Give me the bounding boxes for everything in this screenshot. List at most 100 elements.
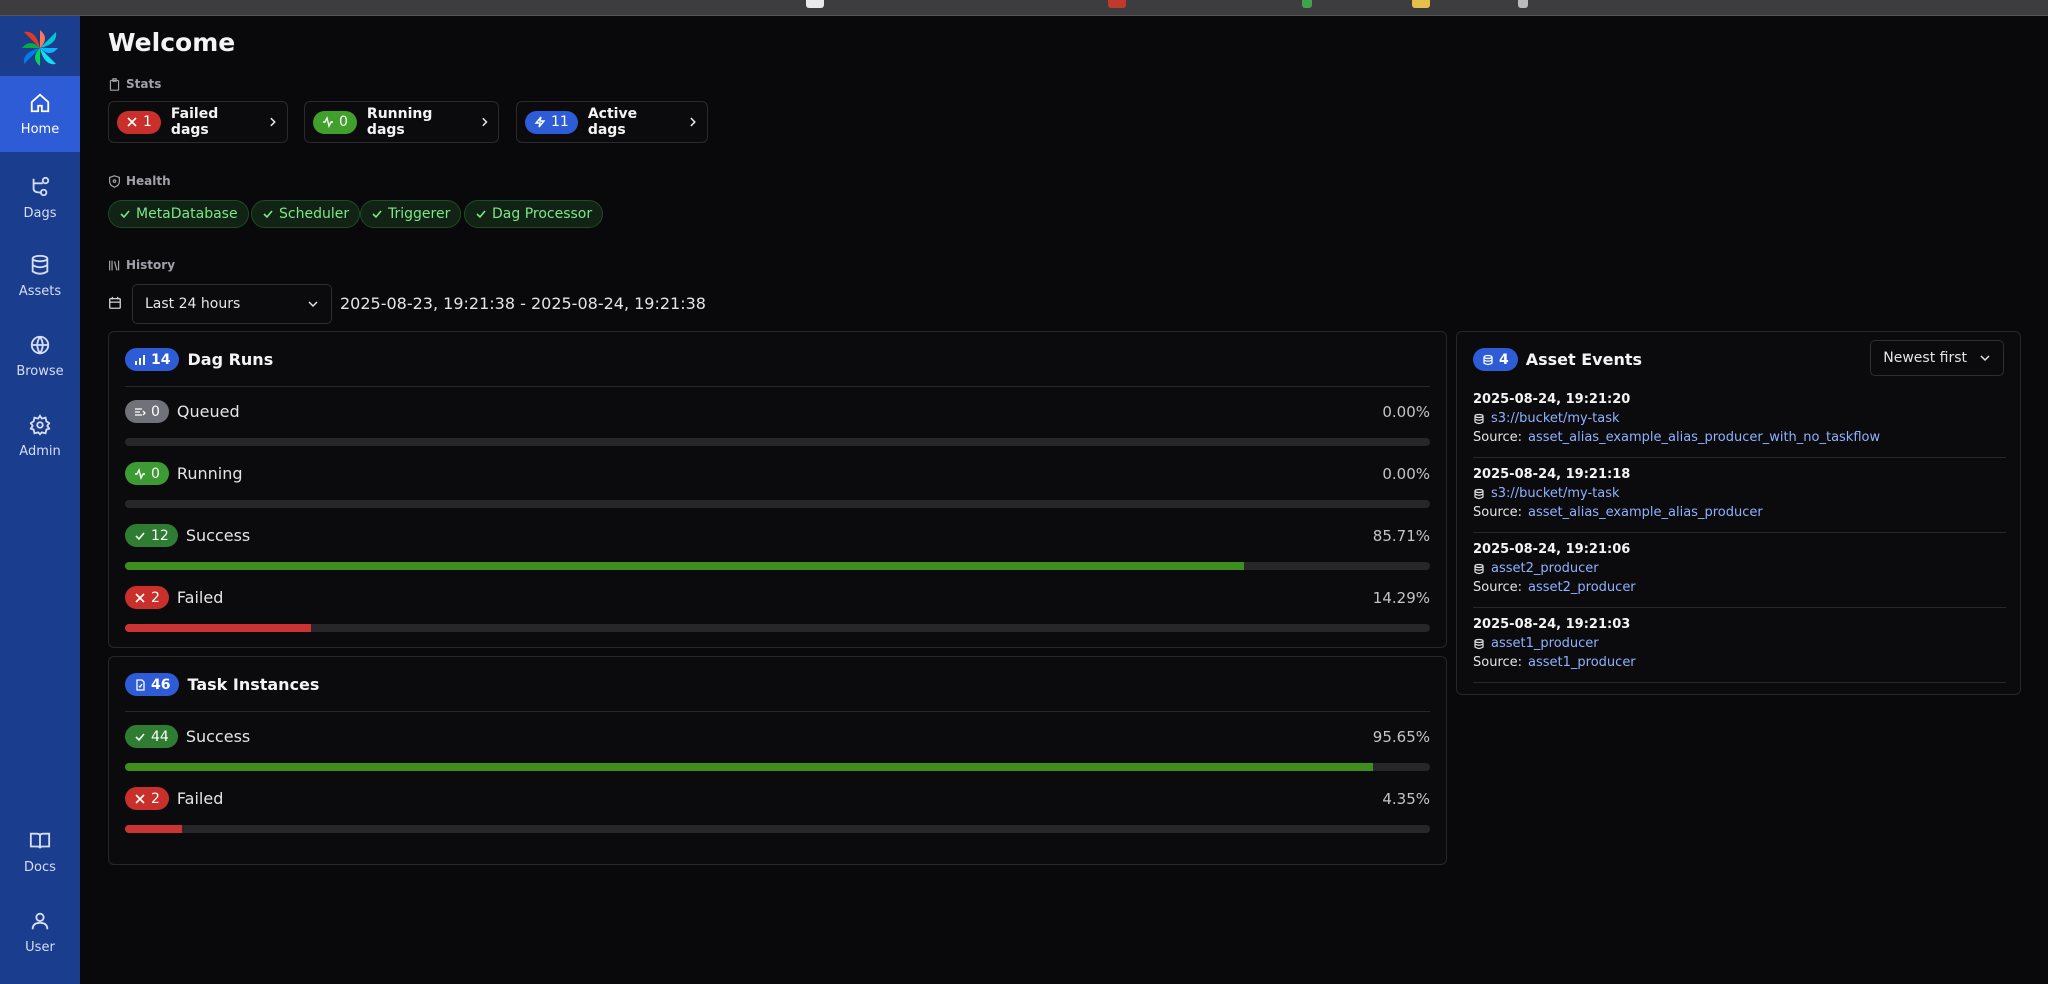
running-bar xyxy=(125,500,1430,508)
chevron-right-icon xyxy=(270,117,277,127)
asset-event-asset-link[interactable]: asset2_producer xyxy=(1473,561,2006,576)
asset-event-date: 2025-08-24, 19:21:06 xyxy=(1473,542,1631,557)
airflow-logo-icon[interactable] xyxy=(20,28,60,68)
chevron-right-icon xyxy=(690,117,697,127)
nav-browse[interactable]: Browse xyxy=(0,318,80,394)
asset-event-asset[interactable]: asset1_producer xyxy=(1491,636,1599,651)
failed-dags-count: 1 xyxy=(143,114,152,130)
health-metadatabase: MetaDatabase xyxy=(108,200,249,228)
ti-success-pct: 95.65% xyxy=(1372,728,1430,746)
nav-user[interactable]: User xyxy=(0,894,80,970)
asset-event-source: Source: asset_alias_example_alias_produce… xyxy=(1473,430,2006,445)
chevron-right-icon xyxy=(481,117,488,127)
health-item-label: Dag Processor xyxy=(492,206,593,222)
dag-runs-queued-row[interactable]: 0 Queued xyxy=(125,400,240,423)
asset-events-panel: 4 Asset Events Newest first 2025-08-24, … xyxy=(1456,331,2021,695)
home-icon xyxy=(30,93,50,112)
asset-event-asset[interactable]: s3://bucket/my-task xyxy=(1491,486,1620,501)
list-icon xyxy=(135,407,146,416)
health-scheduler: Scheduler xyxy=(251,200,361,228)
chevron-down-icon xyxy=(308,301,318,308)
book-icon xyxy=(29,832,51,848)
dag-runs-title: 14 Dag Runs xyxy=(125,348,273,371)
ti-success-count: 44 xyxy=(151,728,169,745)
check-icon xyxy=(263,210,273,219)
health-dag-processor: Dag Processor xyxy=(464,200,604,228)
dag-runs-running-row[interactable]: 0 Running xyxy=(125,462,242,485)
asset-event-asset[interactable]: s3://bucket/my-task xyxy=(1491,411,1620,426)
user-icon xyxy=(31,912,49,929)
failed-badge: 2 xyxy=(125,586,169,609)
running-count: 0 xyxy=(151,465,160,482)
history-label: History xyxy=(126,258,176,272)
check-icon xyxy=(120,210,130,219)
browser-tab-strip xyxy=(0,0,2048,16)
source-label: Source: xyxy=(1473,655,1523,670)
clipboard-icon xyxy=(109,77,120,91)
time-range-select[interactable]: Last 24 hours xyxy=(132,284,332,324)
nav-dags[interactable]: Dags xyxy=(0,160,80,236)
asset-event-asset-link[interactable]: s3://bucket/my-task xyxy=(1473,486,2006,501)
asset-event-asset-link[interactable]: asset1_producer xyxy=(1473,636,2006,651)
asset-event-source-link[interactable]: asset_alias_example_alias_producer xyxy=(1528,505,1763,520)
sort-value: Newest first xyxy=(1883,350,1967,366)
divider xyxy=(1473,682,2006,683)
tab-favicon xyxy=(1518,0,1528,8)
x-icon xyxy=(135,592,145,603)
nav-home[interactable]: Home xyxy=(0,76,80,152)
asset-event-date: 2025-08-24, 19:21:18 xyxy=(1473,467,1631,482)
success-bar xyxy=(125,562,1430,570)
main-content: Welcome Stats 1 Failed dags 0 Running da… xyxy=(108,16,2048,984)
activity-icon xyxy=(135,467,145,480)
zap-icon xyxy=(534,116,546,128)
running-dags-card[interactable]: 0 Running dags xyxy=(304,101,499,143)
health-section-label: Health xyxy=(108,174,171,188)
health-label: Health xyxy=(126,174,171,188)
asset-event-date: 2025-08-24, 19:21:20 xyxy=(1473,392,1631,407)
ti-failed-label: Failed xyxy=(176,789,224,808)
source-label: Source: xyxy=(1473,430,1523,445)
asset-events-sort-select[interactable]: Newest first xyxy=(1870,340,2004,376)
queued-label: Queued xyxy=(176,402,240,421)
failed-dags-card[interactable]: 1 Failed dags xyxy=(108,101,288,143)
ti-failed-row[interactable]: 2 Failed xyxy=(125,787,223,810)
asset-event-source-link[interactable]: asset1_producer xyxy=(1528,655,1636,670)
check-icon xyxy=(372,210,382,219)
x-icon xyxy=(135,793,145,804)
nav-dags-label: Dags xyxy=(23,205,57,221)
task-instances-count: 46 xyxy=(151,676,171,693)
task-instances-heading: Task Instances xyxy=(187,675,320,694)
globe-icon xyxy=(30,335,50,355)
ti-success-label: Success xyxy=(185,727,251,746)
dag-runs-success-row[interactable]: 12 Success xyxy=(125,524,250,547)
queued-pct: 0.00% xyxy=(1382,403,1430,421)
ti-failed-count: 2 xyxy=(151,790,160,807)
dag-runs-failed-row[interactable]: 2 Failed xyxy=(125,586,223,609)
nav-assets[interactable]: Assets xyxy=(0,238,80,314)
dags-icon xyxy=(32,176,50,196)
asset-events-heading: Asset Events xyxy=(1525,350,1643,369)
ti-success-row[interactable]: 44 Success xyxy=(125,725,250,748)
sidebar: Home Dags Assets Browse Admin Docs User xyxy=(0,16,80,984)
page-title: Welcome xyxy=(108,28,236,57)
nav-docs[interactable]: Docs xyxy=(0,814,80,890)
task-instances-count-badge: 46 xyxy=(125,673,180,696)
asset-event-asset[interactable]: asset2_producer xyxy=(1491,561,1599,576)
dag-runs-count-badge: 14 xyxy=(125,348,180,371)
asset-event-source-link[interactable]: asset_alias_example_alias_producer_with_… xyxy=(1528,430,1880,445)
asset-event-asset-link[interactable]: s3://bucket/my-task xyxy=(1473,411,2006,426)
nav-docs-label: Docs xyxy=(24,859,56,875)
nav-admin-label: Admin xyxy=(19,443,61,459)
nav-admin[interactable]: Admin xyxy=(0,398,80,474)
dag-runs-count: 14 xyxy=(151,351,171,368)
check-icon xyxy=(135,531,145,540)
ti-failed-bar xyxy=(125,825,1430,833)
ti-success-bar xyxy=(125,763,1430,771)
asset-event-source-link[interactable]: asset2_producer xyxy=(1528,580,1636,595)
active-dags-label: Active dags xyxy=(587,106,638,138)
divider xyxy=(1473,532,2006,533)
active-dags-card[interactable]: 11 Active dags xyxy=(516,101,708,143)
running-dags-label: Running dags xyxy=(366,106,433,138)
success-pct: 85.71% xyxy=(1372,527,1430,545)
health-triggerer: Triggerer xyxy=(360,200,462,228)
